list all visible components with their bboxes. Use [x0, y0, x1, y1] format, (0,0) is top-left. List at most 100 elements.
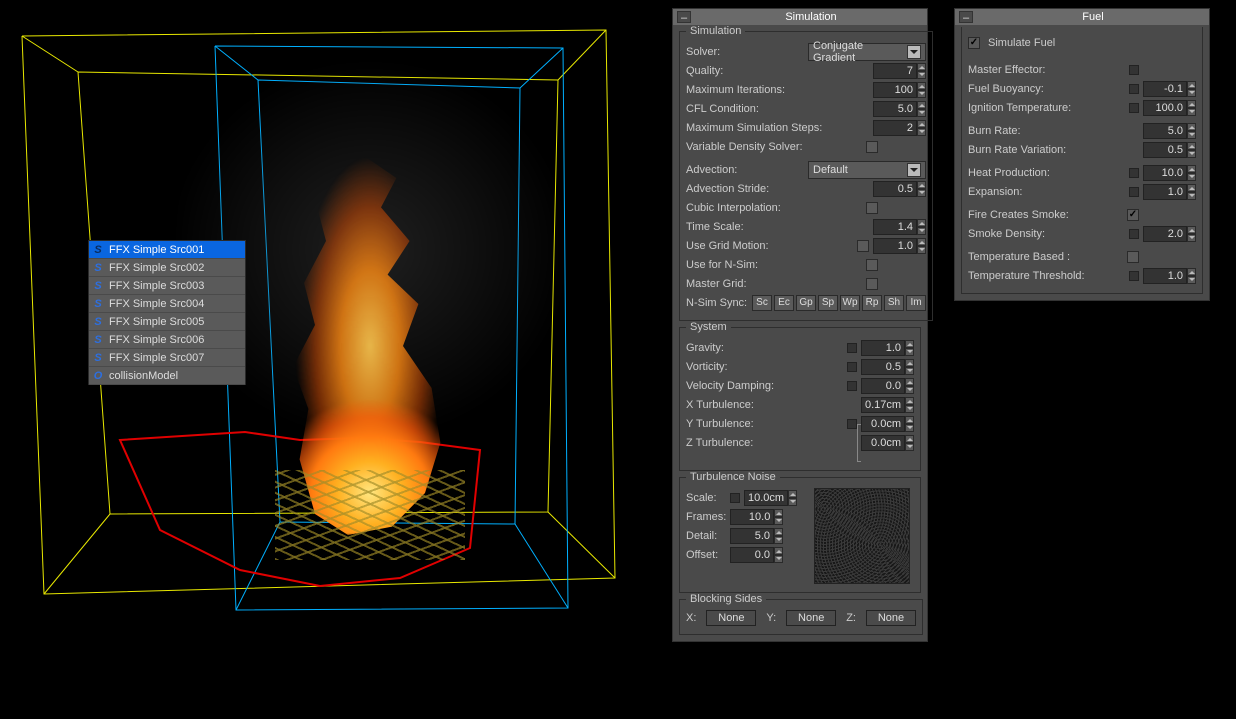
spinner-up-icon[interactable] [917, 101, 926, 109]
spinner-down-icon[interactable] [917, 189, 926, 197]
spinner-down-icon[interactable] [1187, 276, 1196, 284]
spinner-down-icon[interactable] [905, 348, 914, 356]
list-item[interactable]: S FFX Simple Src002 [89, 259, 245, 277]
gridmotion-checkbox[interactable] [857, 240, 869, 252]
spinner-down-icon[interactable] [1187, 131, 1196, 139]
vardens-checkbox[interactable] [866, 141, 878, 153]
maxiter-spinner[interactable] [873, 82, 926, 98]
tempbased-checkbox[interactable] [1127, 251, 1139, 263]
anim-toggle[interactable] [1129, 103, 1139, 113]
anim-toggle[interactable] [847, 419, 857, 429]
expansion-input[interactable] [1143, 184, 1187, 200]
burnrate-spinner[interactable] [1143, 123, 1196, 139]
block-z-dropdown[interactable]: None [866, 610, 916, 626]
gridmotion-spinner[interactable] [873, 238, 926, 254]
viewport[interactable]: S FFX Simple Src001 S FFX Simple Src002 … [0, 0, 660, 719]
list-item[interactable]: S FFX Simple Src007 [89, 349, 245, 367]
chevron-down-icon[interactable] [907, 45, 921, 59]
spinner-up-icon[interactable] [905, 340, 914, 348]
spinner-down-icon[interactable] [774, 555, 783, 563]
nsim-btn-im[interactable]: Im [906, 295, 926, 311]
spinner-up-icon[interactable] [905, 397, 914, 405]
gravity-spinner[interactable] [861, 340, 914, 356]
ignition-input[interactable] [1143, 100, 1187, 116]
block-x-dropdown[interactable]: None [706, 610, 756, 626]
cubic-checkbox[interactable] [866, 202, 878, 214]
vorticity-input[interactable] [861, 359, 905, 375]
spinner-up-icon[interactable] [917, 82, 926, 90]
list-item[interactable]: S FFX Simple Src005 [89, 313, 245, 331]
expansion-spinner[interactable] [1143, 184, 1196, 200]
spinner-down-icon[interactable] [1187, 173, 1196, 181]
spinner-up-icon[interactable] [905, 378, 914, 386]
spinner-up-icon[interactable] [1187, 268, 1196, 276]
cfl-input[interactable] [873, 101, 917, 117]
yturb-spinner[interactable] [861, 416, 914, 432]
list-item[interactable]: S FFX Simple Src004 [89, 295, 245, 313]
yturb-input[interactable] [861, 416, 905, 432]
vorticity-spinner[interactable] [861, 359, 914, 375]
nsim-btn-wp[interactable]: Wp [840, 295, 860, 311]
list-item[interactable]: S FFX Simple Src003 [89, 277, 245, 295]
maxiter-input[interactable] [873, 82, 917, 98]
chevron-down-icon[interactable] [907, 163, 921, 177]
tn-offset-input[interactable] [730, 547, 774, 563]
spinner-down-icon[interactable] [917, 71, 926, 79]
spinner-up-icon[interactable] [905, 416, 914, 424]
spinner-down-icon[interactable] [1187, 108, 1196, 116]
spinner-down-icon[interactable] [917, 227, 926, 235]
list-item[interactable]: O collisionModel [89, 367, 245, 385]
anim-toggle[interactable] [847, 362, 857, 372]
collapse-icon[interactable]: – [677, 11, 691, 23]
scene-object-list[interactable]: S FFX Simple Src001 S FFX Simple Src002 … [88, 240, 246, 385]
spinner-up-icon[interactable] [917, 120, 926, 128]
buoyancy-input[interactable] [1143, 81, 1187, 97]
nsim-btn-sp[interactable]: Sp [818, 295, 838, 311]
spinner-down-icon[interactable] [1187, 192, 1196, 200]
spinner-up-icon[interactable] [905, 359, 914, 367]
tn-frames-spinner[interactable] [730, 509, 783, 525]
gridmotion-input[interactable] [873, 238, 917, 254]
advstride-input[interactable] [873, 181, 917, 197]
buoyancy-spinner[interactable] [1143, 81, 1196, 97]
zturb-spinner[interactable] [861, 435, 914, 451]
anim-toggle[interactable] [1129, 187, 1139, 197]
spinner-down-icon[interactable] [774, 536, 783, 544]
maxsteps-spinner[interactable] [873, 120, 926, 136]
tn-scale-spinner[interactable] [744, 490, 797, 506]
spinner-down-icon[interactable] [905, 367, 914, 375]
advstride-spinner[interactable] [873, 181, 926, 197]
anim-toggle[interactable] [1129, 271, 1139, 281]
spinner-down-icon[interactable] [1187, 234, 1196, 242]
spinner-down-icon[interactable] [788, 498, 797, 506]
anim-toggle[interactable] [1129, 229, 1139, 239]
spinner-down-icon[interactable] [917, 128, 926, 136]
veldamp-spinner[interactable] [861, 378, 914, 394]
nsim-checkbox[interactable] [866, 259, 878, 271]
xturb-input[interactable] [861, 397, 905, 413]
smokedens-spinner[interactable] [1143, 226, 1196, 242]
timescale-input[interactable] [873, 219, 917, 235]
cfl-spinner[interactable] [873, 101, 926, 117]
spinner-up-icon[interactable] [917, 219, 926, 227]
tn-detail-spinner[interactable] [730, 528, 783, 544]
mastergrid-checkbox[interactable] [866, 278, 878, 290]
solver-dropdown[interactable]: Conjugate Gradient [808, 43, 926, 61]
spinner-down-icon[interactable] [905, 424, 914, 432]
spinner-down-icon[interactable] [905, 386, 914, 394]
spinner-down-icon[interactable] [917, 90, 926, 98]
ignition-spinner[interactable] [1143, 100, 1196, 116]
spinner-up-icon[interactable] [774, 528, 783, 536]
anim-toggle[interactable] [1129, 168, 1139, 178]
spinner-up-icon[interactable] [1187, 123, 1196, 131]
spinner-down-icon[interactable] [917, 109, 926, 117]
xturb-spinner[interactable] [861, 397, 914, 413]
panel-titlebar[interactable]: – Fuel [955, 9, 1209, 25]
panel-titlebar[interactable]: – Simulation [673, 9, 927, 25]
nsim-btn-ec[interactable]: Ec [774, 295, 794, 311]
advection-dropdown[interactable]: Default [808, 161, 926, 179]
list-item[interactable]: S FFX Simple Src006 [89, 331, 245, 349]
zturb-input[interactable] [861, 435, 905, 451]
heatprod-input[interactable] [1143, 165, 1187, 181]
spinner-up-icon[interactable] [917, 238, 926, 246]
